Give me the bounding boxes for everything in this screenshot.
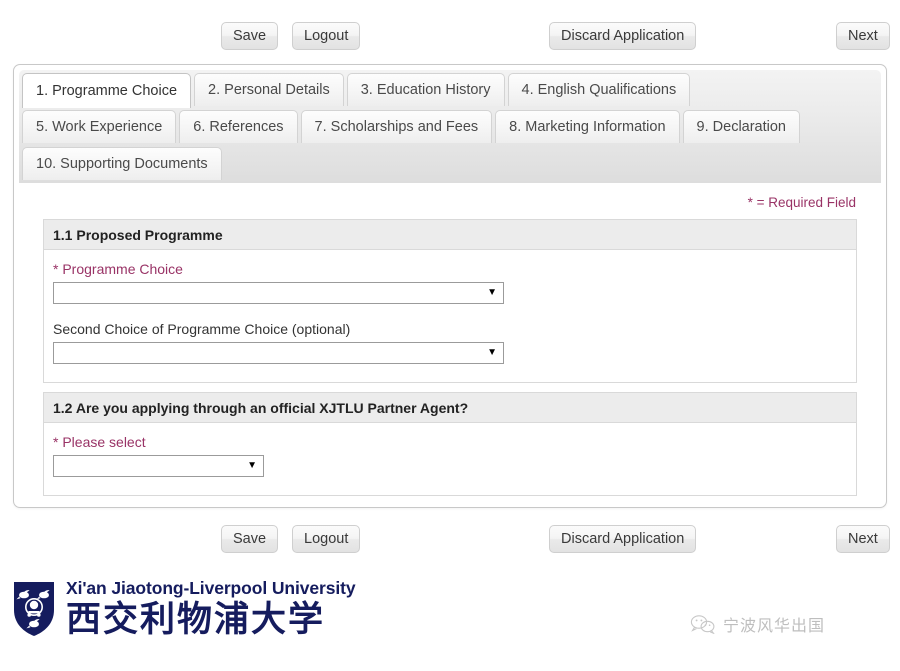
university-name-en: Xi'an Jiaotong-Liverpool University: [66, 578, 356, 598]
logo-text: Xi'an Jiaotong-Liverpool University 西交利物…: [66, 578, 356, 640]
tab-declaration[interactable]: 9. Declaration: [682, 110, 800, 143]
watermark: 宁波风华出国: [690, 612, 825, 636]
tab-personal-details[interactable]: 2. Personal Details: [194, 73, 344, 106]
chevron-down-icon: ▼: [487, 287, 497, 298]
next-button[interactable]: Next: [836, 22, 890, 50]
tab-strip: 1. Programme Choice 2. Personal Details …: [19, 70, 881, 183]
university-logo: Xi'an Jiaotong-Liverpool University 西交利物…: [12, 578, 356, 640]
section-body: * Please select ▼: [44, 423, 856, 495]
logout-button-bottom[interactable]: Logout: [292, 525, 361, 553]
tab-rows: 1. Programme Choice 2. Personal Details …: [22, 73, 881, 182]
field-programme-choice: * Programme Choice ▼: [53, 260, 847, 304]
university-name-cn: 西交利物浦大学: [66, 600, 326, 640]
field-label-programme-choice: * Programme Choice: [53, 260, 847, 278]
toolbar-bottom: Save Logout Discard Application Next: [0, 525, 900, 559]
section-heading: 1.1 Proposed Programme: [44, 220, 856, 250]
chevron-down-icon: ▼: [487, 347, 497, 358]
tab-references[interactable]: 6. References: [179, 110, 298, 143]
field-second-choice: Second Choice of Programme Choice (optio…: [53, 320, 847, 364]
discard-application-button-bottom[interactable]: Discard Application: [549, 525, 697, 553]
tab-row-2: 5. Work Experience 6. References 7. Scho…: [22, 110, 881, 145]
tab-education-history[interactable]: 3. Education History: [346, 73, 505, 106]
field-label-please-select: * Please select: [53, 433, 847, 451]
chevron-down-icon: ▼: [247, 460, 257, 471]
required-field-note: * = Required Field: [747, 195, 856, 210]
tab-programme-choice[interactable]: 1. Programme Choice: [22, 73, 192, 108]
tab-row-3: 10. Supporting Documents: [22, 147, 881, 182]
tab-work-experience[interactable]: 5. Work Experience: [22, 110, 177, 143]
logout-button[interactable]: Logout: [292, 22, 361, 50]
section-heading: 1.2 Are you applying through an official…: [44, 393, 856, 423]
field-label-second-choice: Second Choice of Programme Choice (optio…: [53, 321, 351, 337]
required-asterisk: *: [53, 434, 59, 450]
watermark-text: 宁波风华出国: [723, 616, 826, 635]
tab-row-1: 1. Programme Choice 2. Personal Details …: [22, 73, 881, 108]
programme-choice-select[interactable]: ▼: [53, 282, 504, 304]
field-spacer: [53, 306, 847, 320]
second-choice-select[interactable]: ▼: [53, 342, 504, 364]
form-content: * = Required Field 1.1 Proposed Programm…: [19, 183, 881, 502]
save-button[interactable]: Save: [221, 22, 279, 50]
save-button-bottom[interactable]: Save: [221, 525, 279, 553]
next-button-bottom[interactable]: Next: [836, 525, 890, 553]
label-text: Programme Choice: [62, 261, 183, 277]
tab-marketing-information[interactable]: 8. Marketing Information: [495, 110, 680, 143]
section-body: * Programme Choice ▼ Second Choice of Pr…: [44, 250, 856, 382]
required-asterisk: *: [53, 261, 59, 277]
tab-supporting-documents[interactable]: 10. Supporting Documents: [22, 147, 222, 180]
discard-application-button[interactable]: Discard Application: [549, 22, 697, 50]
toolbar-top: Save Logout Discard Application Next: [0, 22, 900, 56]
label-text: Please select: [62, 434, 146, 450]
section-proposed-programme: 1.1 Proposed Programme * Programme Choic…: [43, 219, 857, 383]
partner-agent-select[interactable]: ▼: [53, 455, 264, 477]
shield-crest-icon: [14, 582, 54, 636]
application-panel: 1. Programme Choice 2. Personal Details …: [13, 64, 887, 508]
field-partner-agent-select: * Please select ▼: [53, 433, 847, 477]
tab-english-qualifications[interactable]: 4. English Qualifications: [507, 73, 691, 106]
section-partner-agent: 1.2 Are you applying through an official…: [43, 392, 857, 496]
wechat-icon: [690, 615, 715, 634]
tab-scholarships-and-fees[interactable]: 7. Scholarships and Fees: [300, 110, 493, 143]
